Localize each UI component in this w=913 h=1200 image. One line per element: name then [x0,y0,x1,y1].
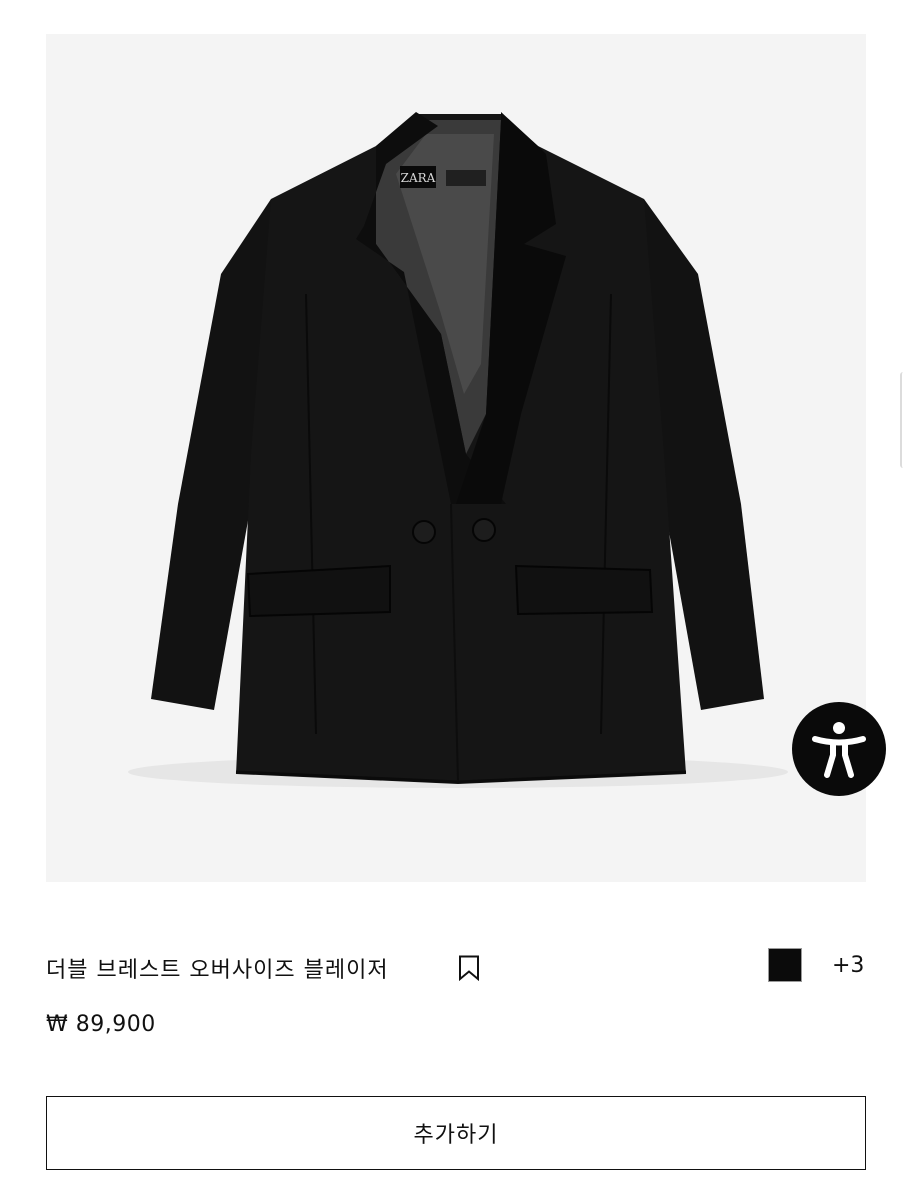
bookmark-button[interactable] [458,955,480,985]
accessibility-button[interactable] [792,702,886,796]
accessibility-icon [812,722,866,778]
blazer-illustration: ZARA [128,112,788,788]
product-title-row: 더블 브레스트 오버사이즈 블레이저 +3 [46,948,866,988]
more-colors-count[interactable]: +3 [832,953,864,978]
add-to-cart-button[interactable]: 추가하기 [46,1096,866,1170]
product-title: 더블 브레스트 오버사이즈 블레이저 [46,958,389,983]
carousel-edge-indicator [900,372,908,468]
brand-label: ZARA [401,171,436,185]
bookmark-icon [459,955,479,982]
color-swatch-black[interactable] [768,948,802,982]
product-price: ₩ 89,900 [46,1012,156,1037]
product-image[interactable]: ZARA [46,34,866,882]
